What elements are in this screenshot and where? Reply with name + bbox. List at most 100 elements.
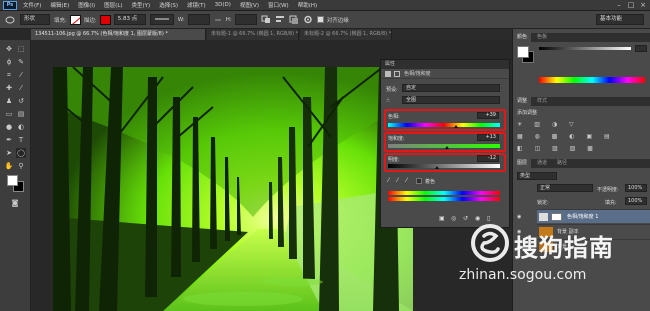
tab-document-3[interactable]: 未标题-2 @ 66.7% (椭圆 1, RGB/8) * xyxy=(300,29,392,40)
menu-3d[interactable]: 3D(D) xyxy=(215,2,231,8)
eraser-tool-icon[interactable]: ▭ xyxy=(4,109,14,119)
minimize-icon[interactable]: – xyxy=(614,1,624,9)
tab-document-1[interactable]: 134511-106.jpg @ 66.7% (色相/饱和度 1, 图层蒙版/8… xyxy=(31,29,206,40)
menu-select[interactable]: 选择(S) xyxy=(159,1,178,9)
lightness-slider-thumb[interactable] xyxy=(435,166,440,169)
close-icon[interactable]: × xyxy=(638,1,648,9)
stroke-swatch[interactable] xyxy=(99,14,111,25)
quick-mask-icon[interactable]: ◙ xyxy=(10,198,20,208)
blur-tool-icon[interactable]: ● xyxy=(4,122,14,132)
tab-swatches[interactable]: 色板 xyxy=(533,33,551,42)
align-edges-label: 对齐边缘 xyxy=(326,17,349,24)
width-label: W: xyxy=(177,16,185,23)
crop-tool-icon[interactable]: ⌗ xyxy=(4,70,14,80)
color-ramp[interactable] xyxy=(539,77,645,83)
adjustment-icons-row-2[interactable]: ▦ ◍ ▩ ◐ ▣ ▤ xyxy=(517,133,645,140)
hue-slider[interactable] xyxy=(388,123,500,127)
ellipse-tool-icon[interactable] xyxy=(4,15,16,25)
lasso-tool-icon[interactable]: ϕ xyxy=(4,57,14,67)
menu-help[interactable]: 帮助(H) xyxy=(298,1,317,9)
hue-label: 色相: xyxy=(388,114,400,120)
tab-color[interactable]: 颜色 xyxy=(513,33,532,42)
tab-styles[interactable]: 样式 xyxy=(533,97,551,106)
gray-slider[interactable] xyxy=(539,47,631,50)
preset-select[interactable]: 自定 xyxy=(402,84,500,92)
path-operations-icon[interactable] xyxy=(261,15,271,24)
eyedropper-icon[interactable]: ⁄ xyxy=(388,177,389,184)
hand-adjust-icon[interactable]: ☝ xyxy=(386,97,390,104)
tab-document-2[interactable]: 未标题-1 @ 66.7% (椭圆 1, RGB/8) * xyxy=(207,29,299,40)
zoom-tool-icon[interactable]: ⚲ xyxy=(16,161,26,171)
channel-select[interactable]: 全图 xyxy=(402,96,500,104)
opacity-label: 不透明度: xyxy=(597,187,619,193)
opacity-input[interactable]: 100% xyxy=(625,184,647,192)
menu-edit[interactable]: 编辑(E) xyxy=(50,1,69,9)
blend-mode-select[interactable]: 正常 xyxy=(537,184,593,192)
colorize-checkbox[interactable] xyxy=(416,178,422,184)
adjustment-name: 色相/饱和度 xyxy=(404,71,431,77)
maximize-icon[interactable]: □ xyxy=(626,1,636,9)
menu-file[interactable]: 文件(F) xyxy=(23,1,41,9)
menu-layer[interactable]: 图层(L) xyxy=(104,1,122,9)
lightness-label: 明度: xyxy=(388,157,400,163)
gray-value-input[interactable] xyxy=(635,45,647,52)
adjustment-icons-row-1[interactable]: ☀ ▥ ◑ ▽ xyxy=(517,121,645,128)
history-brush-tool-icon[interactable]: ↺ xyxy=(16,96,26,106)
clone-stamp-tool-icon[interactable]: ♟ xyxy=(4,96,14,106)
adjustment-icons-row-3[interactable]: ◧ ◫ ▨ ▧ ▩ xyxy=(517,145,645,152)
stroke-width-input[interactable]: 5.83 点 xyxy=(113,14,146,25)
workspace-select[interactable]: 基本功能 xyxy=(596,14,644,25)
hue-slider-thumb[interactable] xyxy=(454,125,459,128)
healing-brush-tool-icon[interactable]: ✚ xyxy=(4,83,14,93)
clip-to-layer-icon[interactable]: ▣ xyxy=(439,215,445,222)
align-edges-checkbox[interactable] xyxy=(316,16,324,23)
saturation-slider-thumb[interactable] xyxy=(445,146,450,149)
quick-select-tool-icon[interactable]: ✎ xyxy=(16,57,26,67)
menu-view[interactable]: 视图(V) xyxy=(240,1,259,9)
pen-tool-icon[interactable]: ✒ xyxy=(4,135,14,145)
fill-input[interactable]: 100% xyxy=(625,197,647,205)
colorize-label: 着色 xyxy=(425,179,436,185)
mask-icon[interactable] xyxy=(394,70,400,77)
watermark-url: zhinan.sogou.com xyxy=(459,267,587,283)
path-alignment-icon[interactable] xyxy=(275,15,285,24)
hand-tool-icon[interactable]: ✋ xyxy=(4,161,14,171)
eyedropper-tool-icon[interactable]: ⁄ xyxy=(16,70,26,80)
color-panel-foreground[interactable] xyxy=(517,46,529,58)
forest-path-photo[interactable] xyxy=(53,67,413,311)
dodge-tool-icon[interactable]: ◐ xyxy=(16,122,26,132)
marquee-tool-icon[interactable]: ⬚ xyxy=(16,44,26,54)
menu-image[interactable]: 图像(I) xyxy=(78,1,95,9)
eyedropper-minus-icon[interactable]: ⁄ xyxy=(406,177,407,184)
type-tool-icon[interactable]: T xyxy=(16,135,26,145)
lightness-value-input[interactable]: -12 xyxy=(477,155,499,162)
path-arrangement-icon[interactable] xyxy=(289,15,299,24)
lightness-slider[interactable] xyxy=(388,164,500,168)
brush-tool-icon[interactable]: ⁄ xyxy=(16,83,26,93)
fill-swatch[interactable] xyxy=(69,14,81,25)
width-input[interactable] xyxy=(187,14,210,25)
layer-kind-filter[interactable]: 类型 xyxy=(517,172,557,180)
ellipse-tool-button-icon[interactable]: ◯ xyxy=(16,148,26,158)
eyedropper-plus-icon[interactable]: ⁄ xyxy=(397,177,398,184)
foreground-color-swatch[interactable] xyxy=(7,175,18,186)
tab-adjustments[interactable]: 调整 xyxy=(513,97,532,106)
tab-paths[interactable]: 路径 xyxy=(553,159,571,168)
shape-mode-select[interactable]: 形状 xyxy=(20,14,50,25)
path-select-tool-icon[interactable]: ➤ xyxy=(4,148,14,158)
gear-icon[interactable] xyxy=(303,15,313,24)
adjust-panel-tabs: 调整 样式 xyxy=(513,97,650,106)
stroke-type-select[interactable] xyxy=(149,14,174,25)
tab-layers[interactable]: 图层 xyxy=(513,159,532,168)
saturation-value-input[interactable]: +13 xyxy=(477,134,499,141)
hue-value-input[interactable]: +39 xyxy=(477,112,499,119)
saturation-slider[interactable] xyxy=(388,144,500,148)
move-tool-icon[interactable]: ✥ xyxy=(4,44,14,54)
tab-channels[interactable]: 通道 xyxy=(533,159,551,168)
menu-type[interactable]: 类型(Y) xyxy=(132,1,151,9)
menu-window[interactable]: 窗口(W) xyxy=(268,1,289,9)
link-icon[interactable] xyxy=(214,16,222,24)
gradient-tool-icon[interactable]: ▤ xyxy=(16,109,26,119)
height-input[interactable] xyxy=(234,14,257,25)
menu-filter[interactable]: 滤镜(T) xyxy=(187,1,206,9)
